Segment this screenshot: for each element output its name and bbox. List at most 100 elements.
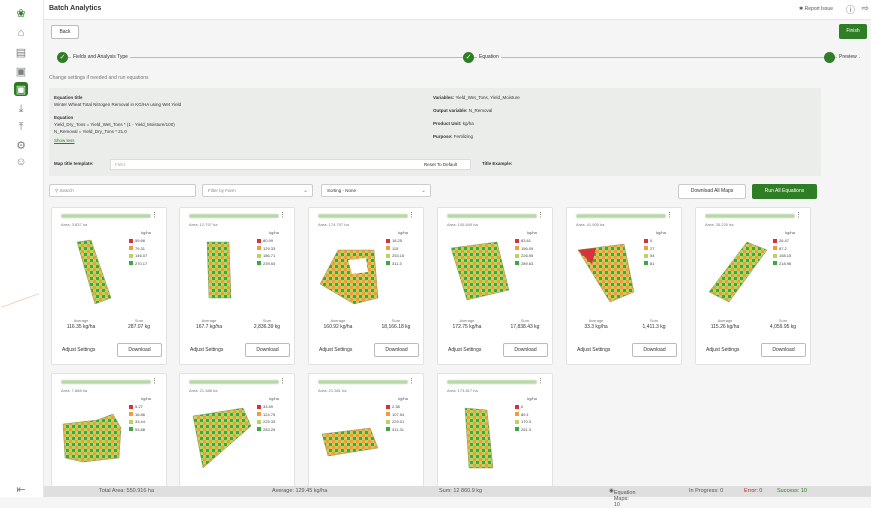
run-all-button[interactable]: Run All Equations <box>752 184 817 199</box>
more-options-icon[interactable]: ⋮ <box>151 211 158 219</box>
legend-swatch <box>773 253 777 258</box>
success-count: Success: 10 <box>777 488 807 494</box>
fields-icon[interactable]: ▤ <box>12 43 30 61</box>
map-card[interactable]: ⋮ Area: 174.797 ha kg/ha 18.25 115 253.15 311.… <box>308 207 424 365</box>
adjust-settings-link[interactable]: Adjust Settings <box>706 347 739 353</box>
user-icon[interactable]: ☺ <box>12 153 30 171</box>
legend-item: 81 <box>644 260 678 268</box>
upload-icon[interactable]: ⤒ <box>12 118 30 136</box>
legend-item: 311.31 <box>386 426 420 434</box>
more-options-icon[interactable]: ⋮ <box>666 211 673 219</box>
download-button[interactable]: Download <box>374 343 419 357</box>
legend-value: 18.25 <box>392 238 403 244</box>
average-value: 160.92 kg/ha <box>323 324 353 330</box>
map-legend: kg/ha 2.38 107.54 229.01 311.31 <box>386 396 420 433</box>
more-options-icon[interactable]: ⋮ <box>408 377 415 385</box>
variables-value: Yield_Wet_Tons, Yield_Moisture <box>455 95 520 100</box>
map-title-template-input[interactable]: Field <box>110 159 471 170</box>
legend-item: 124.75 <box>257 411 291 419</box>
map-card[interactable]: ⋮ Area: 12.797 ha kg/ha 80.99 129.33 186.71 23… <box>179 207 295 365</box>
legend-swatch <box>515 253 519 258</box>
maps-icon[interactable]: ▣ <box>12 62 30 80</box>
map-card[interactable]: ⋮ Area: 7.888 ha kg/ha 5.27 16.86 33.44 53.88 <box>51 373 167 488</box>
legend-item: 33.44 <box>129 418 163 426</box>
report-issue-link[interactable]: ✱ Report Issue <box>799 6 833 12</box>
map-card[interactable]: ⋮ Area: 21.388 ha kg/ha 33.59 124.75 225.33 28… <box>179 373 295 488</box>
legend-swatch <box>129 412 133 417</box>
map-legend: kg/ha 0 27 54 81 <box>644 230 678 267</box>
error-count: Error: 0 <box>744 488 763 494</box>
more-options-icon[interactable]: ⋮ <box>408 211 415 219</box>
reset-to-default-link[interactable]: Reset To Default <box>424 162 457 167</box>
map-stats: Average 116.35 kg/ha Sum 287.07 kg <box>52 318 166 340</box>
legend-swatch <box>129 246 133 251</box>
field-area: Area: 7.888 ha <box>61 388 88 393</box>
finish-button[interactable]: Finish <box>839 24 867 39</box>
legend-value: 225.33 <box>263 419 276 425</box>
download-button[interactable]: Download <box>761 343 806 357</box>
more-options-icon[interactable]: ⋮ <box>279 211 286 219</box>
chevron-down-icon: ⌄ <box>420 188 426 194</box>
sort-select[interactable]: Sorting - None ⌄ <box>321 184 431 197</box>
more-options-icon[interactable]: ⋮ <box>151 377 158 385</box>
map-card[interactable]: ⋮ Area: 3.837 ha kg/ha 59.66 79.31 146.07 270.… <box>51 207 167 365</box>
adjust-settings-link[interactable]: Adjust Settings <box>577 347 610 353</box>
map-card[interactable]: ⋮ Area: 21.381 ha kg/ha 2.38 107.54 229.01 311… <box>308 373 424 488</box>
sum-value: 1,411.3 kg <box>642 324 666 330</box>
stepper-line <box>63 57 860 58</box>
download-button[interactable]: Download <box>117 343 162 357</box>
legend-item: 0 <box>644 237 678 245</box>
help-icon[interactable]: ⓘ <box>846 3 855 16</box>
variables-row: Variables: Yield_Wet_Tons, Yield_Moistur… <box>433 95 520 101</box>
legend-item: 0 <box>515 403 549 411</box>
more-options-icon[interactable]: ⋮ <box>537 211 544 219</box>
download-all-button[interactable]: Download All Maps <box>678 184 746 199</box>
show-less-link[interactable]: Show less <box>54 138 75 144</box>
legend-value: 311.3 <box>392 260 402 266</box>
download-button[interactable]: Download <box>632 343 677 357</box>
legend-swatch <box>129 253 133 258</box>
legend-item: 79.31 <box>129 245 163 253</box>
map-card[interactable]: ⋮ Area: 35.229 ha kg/ha 26.47 87.2 158.15 218.… <box>695 207 811 365</box>
download-button[interactable]: Download <box>503 343 548 357</box>
output-row: Output variable: N_Removal <box>433 108 492 114</box>
settings-icon[interactable]: ⚙ <box>12 136 30 154</box>
legend-value: 89.1 <box>521 411 529 417</box>
map-card[interactable]: ⋮ Area: 173.817 ha kg/ha 0 89.1 170.3 261.3 <box>437 373 553 488</box>
adjust-settings-link[interactable]: Adjust Settings <box>319 347 352 353</box>
adjust-settings-link[interactable]: Adjust Settings <box>62 347 95 353</box>
download-button[interactable]: Download <box>245 343 290 357</box>
legend-swatch <box>129 261 133 266</box>
legend-value: 115 <box>392 245 399 251</box>
average-label: Average <box>459 318 475 323</box>
legend-unit: kg/ha <box>141 396 151 401</box>
legend-item: 225.33 <box>257 418 291 426</box>
map-card[interactable]: ⋮ Area: 105.849 ha kg/ha 83.61 156.09 226.95 2… <box>437 207 553 365</box>
collapse-icon[interactable]: ⇤ <box>12 480 30 498</box>
legend-swatch <box>386 427 390 432</box>
map-card[interactable]: ⋮ Area: 41.905 ha kg/ha 0 27 54 81 Average 33.3 … <box>566 207 682 365</box>
search-input[interactable]: ⚲ Search <box>49 184 196 197</box>
adjust-settings-link[interactable]: Adjust Settings <box>448 347 481 353</box>
more-options-icon[interactable]: ⋮ <box>795 211 802 219</box>
top-bar: Batch Analytics ✱ Report Issue ⓘ ⇨ <box>44 0 871 20</box>
legend-item: 218.96 <box>773 260 807 268</box>
more-options-icon[interactable]: ⋮ <box>537 377 544 385</box>
more-options-icon[interactable]: ⋮ <box>279 377 286 385</box>
batch-analytics-icon[interactable]: ▣ <box>14 82 28 96</box>
logout-icon[interactable]: ⇨ <box>861 3 869 14</box>
legend-item: 27 <box>644 245 678 253</box>
download-icon[interactable]: ⤓ <box>12 100 30 118</box>
adjust-settings-link[interactable]: Adjust Settings <box>190 347 223 353</box>
map-title <box>318 380 408 384</box>
home-icon[interactable]: ⌂ <box>12 24 30 42</box>
filter-farm-select[interactable]: Filter by Farm ⌄ <box>202 184 313 197</box>
legend-item: 26.47 <box>773 237 807 245</box>
map-stats: Average 172.75 kg/ha Sum 17,838.43 kg <box>438 318 552 340</box>
legend-unit: kg/ha <box>269 396 279 401</box>
purpose-row: Purpose: Fertilizing <box>433 134 473 140</box>
map-legend: kg/ha 83.61 156.09 226.95 289.63 <box>515 230 549 267</box>
average-label: Average <box>201 318 217 323</box>
back-button[interactable]: Back <box>51 25 79 39</box>
sum-label: Sum <box>778 318 788 323</box>
